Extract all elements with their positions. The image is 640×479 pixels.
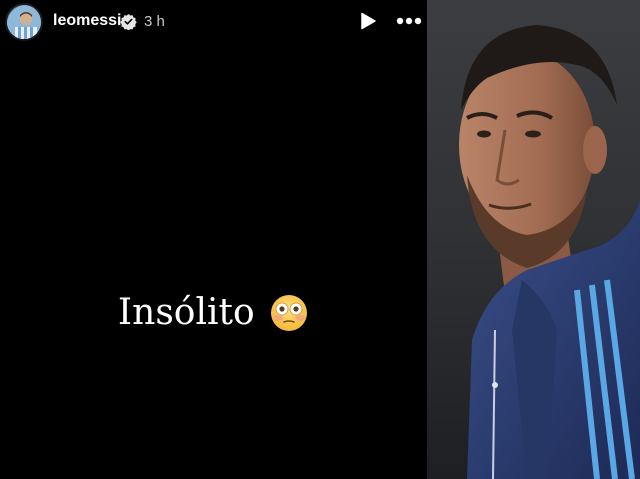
story-panel[interactable]: leomessi 3 h Insólito [0, 0, 427, 479]
story-text-sticker: Insólito [0, 292, 427, 333]
avatar-image [7, 5, 41, 39]
story-timestamp: 3 h [144, 13, 165, 30]
verified-badge-icon [120, 14, 137, 30]
username[interactable]: leomessi [53, 12, 121, 30]
story-header: leomessi 3 h [0, 0, 427, 44]
story-viewer: leomessi 3 h Insólito [0, 0, 640, 479]
portrait-illustration [427, 0, 640, 479]
play-icon[interactable] [358, 11, 378, 31]
more-options-icon[interactable] [396, 16, 422, 26]
flushed-face-emoji-icon [271, 294, 308, 331]
portrait-photo [427, 0, 640, 479]
story-caption: Insólito [117, 292, 255, 333]
profile-avatar[interactable] [5, 3, 43, 41]
